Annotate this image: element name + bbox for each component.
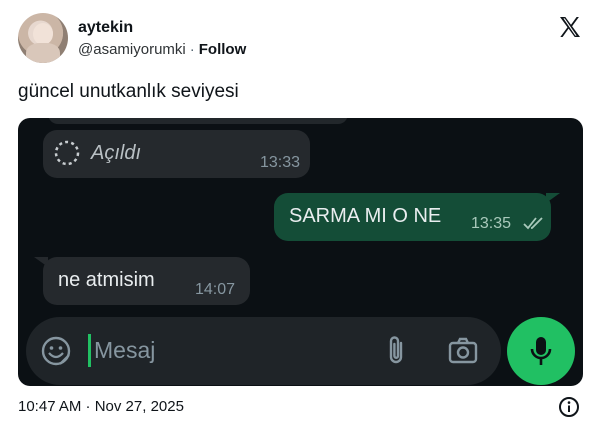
separator-dot: · xyxy=(189,41,195,58)
chat-screenshot-image[interactable]: Açıldı 13:33 SARMA MI O NE 13:35 ne atmi… xyxy=(18,118,583,386)
read-receipt-icon xyxy=(523,217,543,230)
follow-button[interactable]: Follow xyxy=(199,41,247,58)
avatar-body xyxy=(26,43,60,63)
message-bubble-outgoing: SARMA MI O NE 13:35 xyxy=(274,193,551,241)
message-time: 14:07 xyxy=(195,281,236,298)
author-name[interactable]: aytekin xyxy=(78,19,133,37)
sticker-icon[interactable] xyxy=(40,335,72,367)
previous-bubble-edge xyxy=(48,118,348,124)
info-icon[interactable] xyxy=(558,396,580,418)
message-time: 13:33 xyxy=(259,154,300,171)
message-bubble-incoming: Açıldı 13:33 xyxy=(43,130,310,178)
view-once-opened-icon xyxy=(54,140,80,166)
author-handle-row: @asamiyorumki · Follow xyxy=(78,41,246,58)
microphone-icon xyxy=(530,337,552,365)
message-bubble-incoming: ne atmisim 14:07 xyxy=(43,257,250,305)
message-text: ne atmisim xyxy=(58,269,155,291)
tweet-text: güncel unutkanlık seviyesi xyxy=(18,81,239,102)
tweet-timestamp[interactable]: 10:47 AM · Nov 27, 2025 xyxy=(18,398,184,415)
text-cursor xyxy=(88,334,91,367)
avatar-face xyxy=(33,23,53,45)
message-text: SARMA MI O NE xyxy=(289,205,442,227)
message-time: 13:35 xyxy=(471,215,512,232)
camera-icon[interactable] xyxy=(447,336,479,366)
x-logo-icon[interactable] xyxy=(558,15,582,39)
author-handle[interactable]: @asamiyorumki xyxy=(78,41,186,58)
avatar[interactable] xyxy=(18,13,68,63)
message-text: Açıldı xyxy=(91,142,142,164)
attach-icon[interactable] xyxy=(383,335,411,367)
message-input-bar[interactable]: Mesaj xyxy=(26,317,501,385)
message-input[interactable]: Mesaj xyxy=(94,337,155,364)
microphone-button[interactable] xyxy=(507,317,575,385)
